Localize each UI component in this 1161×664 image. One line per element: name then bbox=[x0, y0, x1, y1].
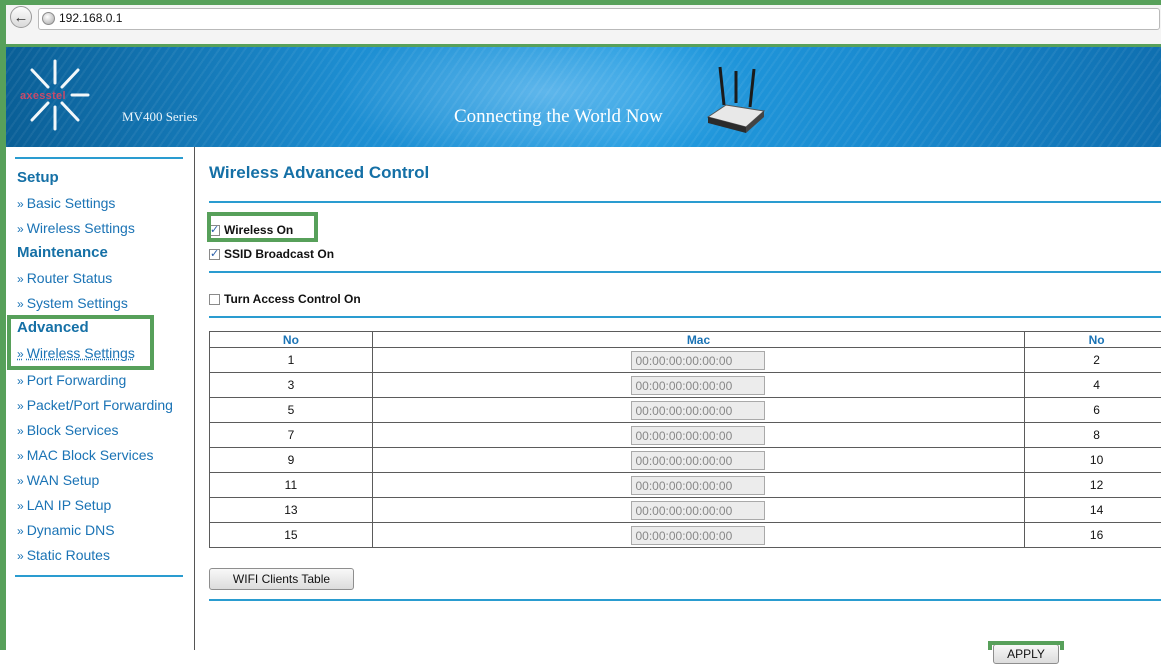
table-row: 3 00:00:00:00:00:00 4 bbox=[210, 373, 1161, 398]
address-bar[interactable]: 192.168.0.1 bbox=[38, 8, 1160, 30]
sidebar-item-system-settings[interactable]: »System Settings bbox=[17, 295, 128, 311]
table-row: 15 00:00:00:00:00:00 16 bbox=[210, 523, 1161, 548]
access-control-label: Turn Access Control On bbox=[224, 292, 361, 306]
table-rule bbox=[209, 316, 1161, 318]
bottom-rule bbox=[209, 599, 1161, 601]
ssid-broadcast-row: SSID Broadcast On bbox=[209, 247, 334, 261]
table-row: 9 00:00:00:00:00:00 10 bbox=[210, 448, 1161, 473]
table-row: 1 00:00:00:00:00:00 2 bbox=[210, 348, 1161, 373]
sidebar-heading-setup: Setup bbox=[17, 169, 59, 186]
sidebar-rule-bottom bbox=[15, 575, 183, 577]
table-row: 11 00:00:00:00:00:00 12 bbox=[210, 473, 1161, 498]
column-header-no-left: No bbox=[210, 332, 373, 348]
sidebar-item-wan-setup[interactable]: »WAN Setup bbox=[17, 472, 99, 488]
sidebar-item-static-routes[interactable]: »Static Routes bbox=[17, 547, 110, 563]
column-header-no-right: No bbox=[1025, 332, 1161, 348]
mac-input[interactable]: 00:00:00:00:00:00 bbox=[631, 526, 765, 545]
highlight-advanced-wireless bbox=[7, 315, 154, 370]
sidebar-item-packet-port-forwarding[interactable]: »Packet/Port Forwarding bbox=[17, 397, 173, 413]
column-header-mac: Mac bbox=[372, 332, 1024, 348]
highlight-apply bbox=[988, 641, 1064, 650]
sidebar-item-dynamic-dns[interactable]: »Dynamic DNS bbox=[17, 522, 115, 538]
browser-toolbar: ← 192.168.0.1 bbox=[6, 5, 1161, 48]
section-rule bbox=[209, 271, 1161, 273]
tagline: Connecting the World Now bbox=[454, 106, 663, 128]
sidebar-rule bbox=[15, 157, 183, 159]
mac-input[interactable]: 00:00:00:00:00:00 bbox=[631, 451, 765, 470]
access-control-checkbox[interactable] bbox=[209, 294, 220, 305]
table-row: 5 00:00:00:00:00:00 6 bbox=[210, 398, 1161, 423]
mac-input[interactable]: 00:00:00:00:00:00 bbox=[631, 501, 765, 520]
globe-icon bbox=[42, 12, 55, 25]
address-text[interactable]: 192.168.0.1 bbox=[59, 11, 122, 25]
sidebar-item-wireless-settings[interactable]: »Wireless Settings bbox=[17, 220, 135, 236]
ssid-broadcast-checkbox[interactable] bbox=[209, 249, 220, 260]
router-banner: axesstel MV400 Series Connecting the Wor… bbox=[6, 47, 1161, 147]
router-icon bbox=[706, 65, 766, 137]
sidebar-item-block-services[interactable]: »Block Services bbox=[17, 422, 119, 438]
wifi-clients-table-button[interactable]: WIFI Clients Table bbox=[209, 568, 354, 590]
ssid-broadcast-label: SSID Broadcast On bbox=[224, 247, 334, 261]
table-header-row: No Mac No bbox=[210, 332, 1161, 348]
sidebar-item-basic-settings[interactable]: »Basic Settings bbox=[17, 195, 115, 211]
title-rule bbox=[209, 201, 1161, 203]
logo-text: axesstel bbox=[20, 90, 66, 102]
sidebar-item-lan-ip-setup[interactable]: »LAN IP Setup bbox=[17, 497, 111, 513]
mac-input[interactable]: 00:00:00:00:00:00 bbox=[631, 351, 765, 370]
page-title: Wireless Advanced Control bbox=[209, 163, 429, 183]
table-row: 7 00:00:00:00:00:00 8 bbox=[210, 423, 1161, 448]
sidebar: Setup »Basic Settings »Wireless Settings… bbox=[6, 147, 194, 650]
sidebar-heading-maintenance: Maintenance bbox=[17, 244, 108, 261]
highlight-wireless-on bbox=[207, 212, 318, 242]
main-content: Wireless Advanced Control Wireless On SS… bbox=[195, 147, 1161, 650]
sidebar-item-port-forwarding[interactable]: »Port Forwarding bbox=[17, 372, 126, 388]
back-arrow-icon[interactable]: ← bbox=[10, 6, 32, 28]
mac-input[interactable]: 00:00:00:00:00:00 bbox=[631, 401, 765, 420]
mac-input[interactable]: 00:00:00:00:00:00 bbox=[631, 476, 765, 495]
table-row: 13 00:00:00:00:00:00 14 bbox=[210, 498, 1161, 523]
sidebar-item-router-status[interactable]: »Router Status bbox=[17, 270, 112, 286]
mac-input[interactable]: 00:00:00:00:00:00 bbox=[631, 426, 765, 445]
model-series: MV400 Series bbox=[122, 109, 197, 125]
sidebar-item-mac-block-services[interactable]: »MAC Block Services bbox=[17, 447, 154, 463]
mac-table: No Mac No 1 00:00:00:00:00:00 2 3 00:00:… bbox=[209, 331, 1161, 548]
access-control-row: Turn Access Control On bbox=[209, 292, 361, 306]
mac-input[interactable]: 00:00:00:00:00:00 bbox=[631, 376, 765, 395]
